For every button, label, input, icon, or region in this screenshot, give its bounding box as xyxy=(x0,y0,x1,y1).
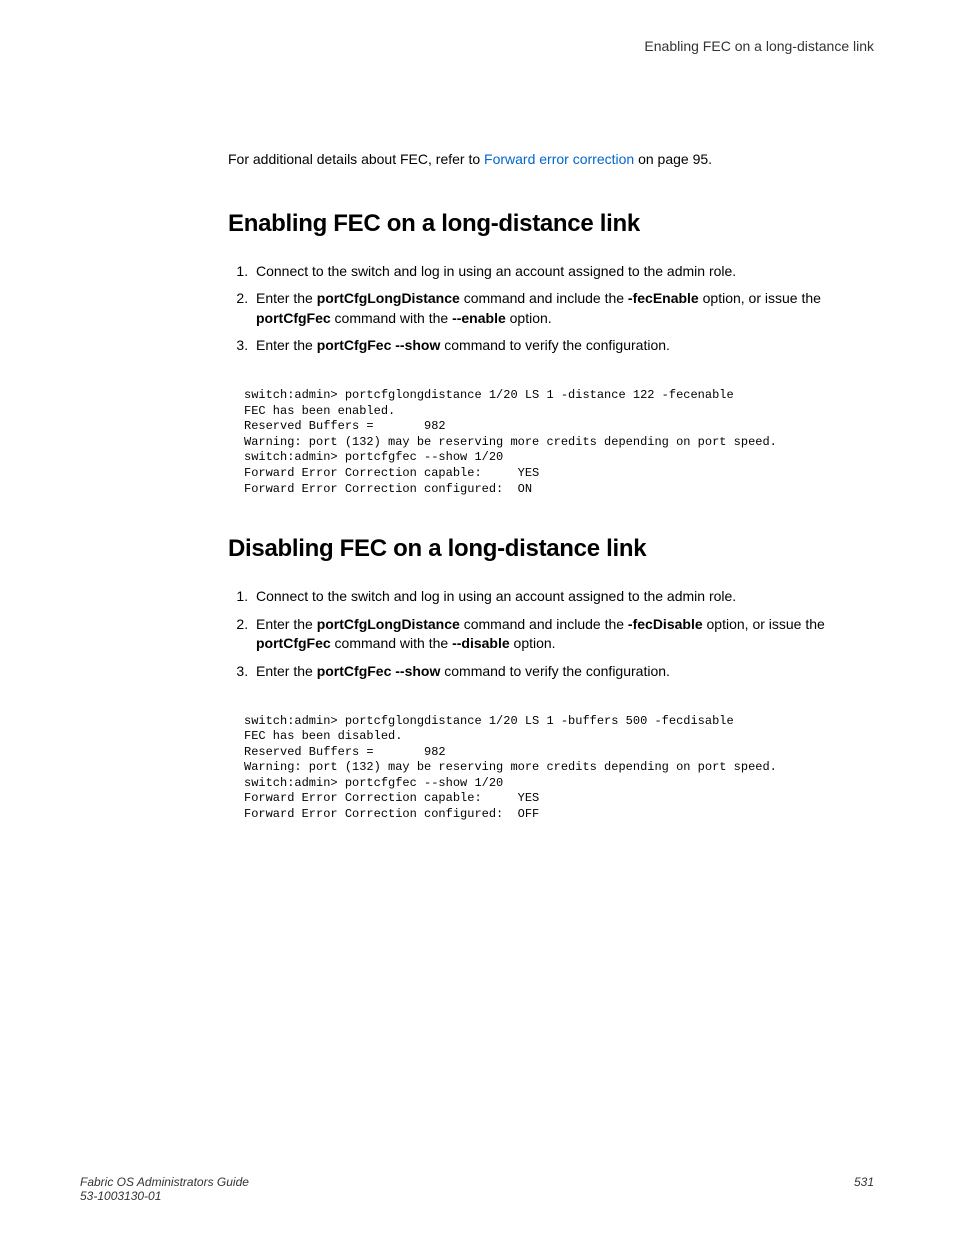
cmd-portcfglongdistance: portCfgLongDistance xyxy=(317,290,460,306)
text: Enter the xyxy=(256,290,317,306)
forward-error-correction-link[interactable]: Forward error correction xyxy=(484,151,634,167)
disabling-step-3: Enter the portCfgFec --show command to v… xyxy=(252,662,854,682)
cmd-portcfgfec-show: portCfgFec --show xyxy=(317,663,441,679)
enabling-step-3: Enter the portCfgFec --show command to v… xyxy=(252,336,854,356)
cmd-portcfgfec-show: portCfgFec --show xyxy=(317,337,441,353)
footer-doc-title: Fabric OS Administrators Guide xyxy=(80,1175,249,1189)
cmd-fecenable: -fecEnable xyxy=(628,290,699,306)
footer-left: Fabric OS Administrators Guide 53-100313… xyxy=(80,1175,249,1203)
text: Enter the xyxy=(256,616,317,632)
cmd-portcfgfec: portCfgFec xyxy=(256,635,331,651)
text: Enter the xyxy=(256,337,317,353)
cmd-portcfglongdistance: portCfgLongDistance xyxy=(317,616,460,632)
text: option. xyxy=(506,310,552,326)
footer-doc-number: 53-1003130-01 xyxy=(80,1189,249,1203)
intro-paragraph: For additional details about FEC, refer … xyxy=(228,150,874,170)
text: option, or issue the xyxy=(699,290,821,306)
text: option, or issue the xyxy=(703,616,825,632)
enabling-heading: Enabling FEC on a long-distance link xyxy=(228,210,874,238)
cmd-portcfgfec: portCfgFec xyxy=(256,310,331,326)
page-footer: Fabric OS Administrators Guide 53-100313… xyxy=(80,1175,874,1203)
disabling-steps: Connect to the switch and log in using a… xyxy=(252,587,854,681)
enabling-code-block: switch:admin> portcfglongdistance 1/20 L… xyxy=(244,380,854,497)
text: option. xyxy=(510,635,556,651)
text: Enter the xyxy=(256,663,317,679)
cmd-disable-option: --disable xyxy=(452,635,510,651)
footer-page-number: 531 xyxy=(854,1175,874,1203)
disabling-step-1: Connect to the switch and log in using a… xyxy=(252,587,854,607)
text: command with the xyxy=(331,635,452,651)
enabling-steps: Connect to the switch and log in using a… xyxy=(252,262,854,356)
enabling-step-1: Connect to the switch and log in using a… xyxy=(252,262,854,282)
cmd-fecdisable: -fecDisable xyxy=(628,616,703,632)
text: command to verify the configuration. xyxy=(440,663,670,679)
cmd-enable-option: --enable xyxy=(452,310,506,326)
text: command and include the xyxy=(460,616,628,632)
enabling-step-2: Enter the portCfgLongDistance command an… xyxy=(252,289,854,328)
text: command and include the xyxy=(460,290,628,306)
text: command with the xyxy=(331,310,452,326)
disabling-step-2: Enter the portCfgLongDistance command an… xyxy=(252,615,854,654)
page-header-section: Enabling FEC on a long-distance link xyxy=(80,38,874,54)
disabling-heading: Disabling FEC on a long-distance link xyxy=(228,535,874,563)
disabling-code-block: switch:admin> portcfglongdistance 1/20 L… xyxy=(244,706,854,823)
intro-suffix: on page 95. xyxy=(634,151,712,167)
intro-prefix: For additional details about FEC, refer … xyxy=(228,151,484,167)
text: command to verify the configuration. xyxy=(440,337,670,353)
